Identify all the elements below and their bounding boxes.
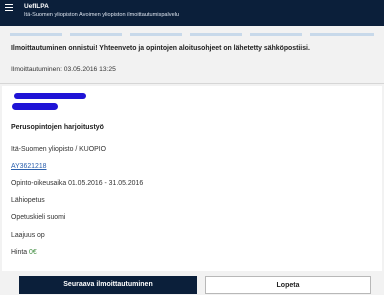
course-organizer: Itä-Suomen yliopisto / KUOPIO <box>11 146 106 153</box>
progress-step <box>190 33 242 36</box>
divider <box>0 83 384 84</box>
progress-step <box>130 33 182 36</box>
course-price: Hinta 0€ <box>11 249 37 256</box>
success-message: Ilmoittautuminen onnistui! Yhteenveto ja… <box>11 45 310 52</box>
progress-step <box>70 33 122 36</box>
progress-step <box>10 33 62 36</box>
progress-step <box>250 33 302 36</box>
progress-step <box>310 33 374 36</box>
enrollment-summary-card <box>2 86 382 271</box>
app-header: UefILPA Itä-Suomen yliopiston Avoimen yl… <box>0 0 384 26</box>
course-credits: Laajuus op <box>11 232 45 239</box>
next-enrollment-button[interactable]: Seuraava ilmoittautuminen <box>19 276 197 294</box>
teaching-language: Opetuskieli suomi <box>11 214 66 221</box>
teaching-type: Lähiopetus <box>11 197 45 204</box>
quit-button[interactable]: Lopeta <box>205 276 371 294</box>
menu-icon[interactable] <box>5 4 13 12</box>
course-code-link[interactable]: AY3621218 <box>11 163 47 170</box>
redacted-name <box>14 93 86 99</box>
app-title: UefILPA <box>24 3 49 10</box>
price-value: 0€ <box>29 249 37 256</box>
enrollment-timestamp: Ilmoittautuminen: 03.05.2016 13:25 <box>11 66 116 73</box>
app-subtitle: Itä-Suomen yliopiston Avoimen yliopiston… <box>24 12 180 18</box>
progress-steps <box>10 33 374 38</box>
price-label: Hinta <box>11 249 28 256</box>
study-period: Opinto-oikeusaika 01.05.2016 - 31.05.201… <box>11 180 144 187</box>
course-title: Perusopintojen harjoitustyö <box>11 124 104 131</box>
redacted-info <box>12 103 58 110</box>
